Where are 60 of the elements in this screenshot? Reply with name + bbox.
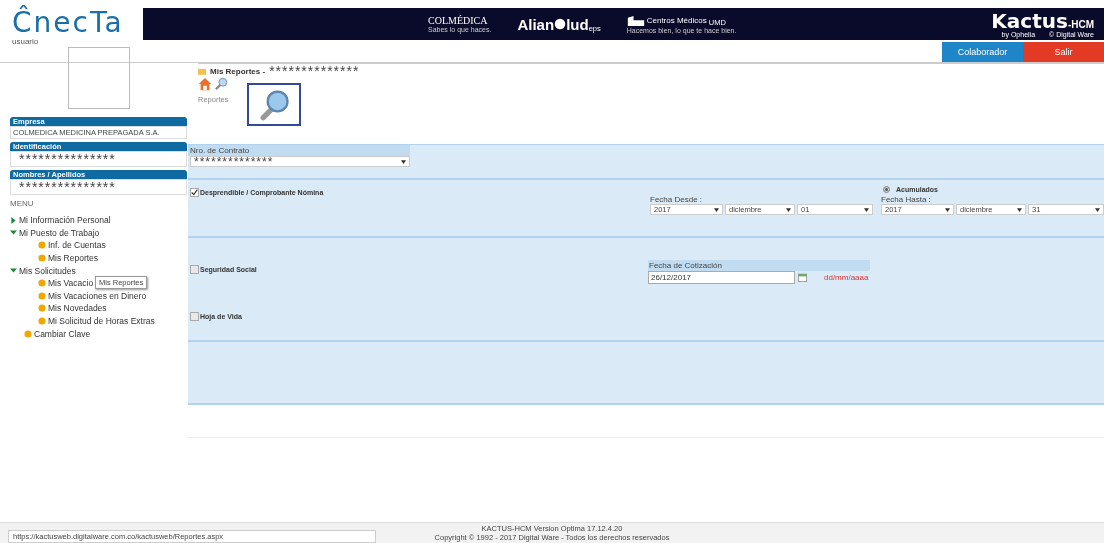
building-icon	[626, 14, 645, 27]
field-label: Fecha Hasta :	[881, 195, 932, 204]
menu-item[interactable]: Mis Solicitudes	[19, 265, 76, 276]
menu-item[interactable]: Mi Solicitud de Horas Extras	[48, 316, 155, 327]
masked-name: **************	[269, 65, 360, 77]
dropdown-caret-icon	[1095, 207, 1100, 212]
menu-item[interactable]: Cambiar Clave	[34, 328, 91, 339]
checkbox[interactable]	[190, 312, 199, 321]
brand-name: COLMÉDICA	[428, 15, 489, 26]
brand-name: Alian	[517, 15, 555, 33]
page-title: Mis Reportes -	[210, 66, 266, 76]
menu-item[interactable]: Mis Vacacio	[48, 278, 94, 289]
bullet-icon	[38, 241, 46, 250]
date-field[interactable]: 26/12/2017	[648, 271, 795, 284]
role-button[interactable]: Colaborador	[942, 42, 1023, 62]
dropdown-caret-icon	[401, 159, 406, 164]
circle-logo-icon	[554, 18, 567, 30]
bullet-icon	[38, 291, 46, 300]
checkbox[interactable]	[190, 188, 199, 197]
bullet-icon	[38, 279, 46, 288]
menu-item[interactable]: Mis Vacaciones en Dinero	[48, 290, 147, 301]
brand-name: Centros Médicos	[646, 16, 707, 25]
search-button[interactable]	[247, 83, 301, 126]
home-icon[interactable]	[198, 77, 212, 91]
radio-button[interactable]	[883, 186, 890, 193]
user-label: usuario	[12, 38, 40, 46]
photo-frame	[68, 47, 130, 109]
product-logo: Kactus	[991, 10, 1068, 31]
bullet-icon	[24, 329, 32, 338]
dropdown-caret-icon	[945, 207, 950, 212]
brand-name: lud	[566, 15, 589, 33]
calendar-icon[interactable]	[798, 273, 807, 282]
menu-item[interactable]: Mis Novedades	[48, 303, 107, 314]
collapsed-icon[interactable]	[10, 216, 17, 224]
search-icon[interactable]	[215, 77, 229, 91]
folder-icon	[198, 67, 206, 75]
field-value: ***************	[10, 179, 187, 195]
field-label: Fecha de Cotización	[648, 260, 870, 271]
checkbox[interactable]	[190, 265, 199, 274]
bullet-icon	[38, 317, 46, 326]
contract-select[interactable]: **************	[190, 156, 410, 167]
date-format-hint: dd/mm/aaaa	[824, 273, 869, 282]
menu-item[interactable]: Mi Puesto de Trabajo	[19, 227, 100, 238]
logout-button[interactable]: Salir	[1023, 42, 1104, 62]
expanded-icon[interactable]	[10, 229, 17, 237]
product-suffix: -HCM	[1067, 18, 1094, 30]
menu-item[interactable]: Mi Información Personal	[19, 215, 111, 226]
menu-item[interactable]: Mis Reportes	[48, 253, 99, 264]
dropdown-caret-icon	[1017, 207, 1022, 212]
menu-item[interactable]: Inf. de Cuentas	[48, 240, 106, 251]
expanded-icon[interactable]	[10, 267, 17, 275]
field-value: ***************	[10, 151, 187, 167]
bullet-icon	[38, 304, 46, 313]
dropdown-caret-icon	[864, 207, 869, 212]
field-label: Nro. de Contrato	[188, 145, 410, 156]
dropdown-caret-icon	[786, 207, 791, 212]
field-label: Fecha Desde :	[650, 195, 704, 204]
dropdown-caret-icon	[714, 207, 719, 212]
bullet-icon	[38, 254, 46, 263]
menu-title: MENU	[10, 199, 35, 208]
